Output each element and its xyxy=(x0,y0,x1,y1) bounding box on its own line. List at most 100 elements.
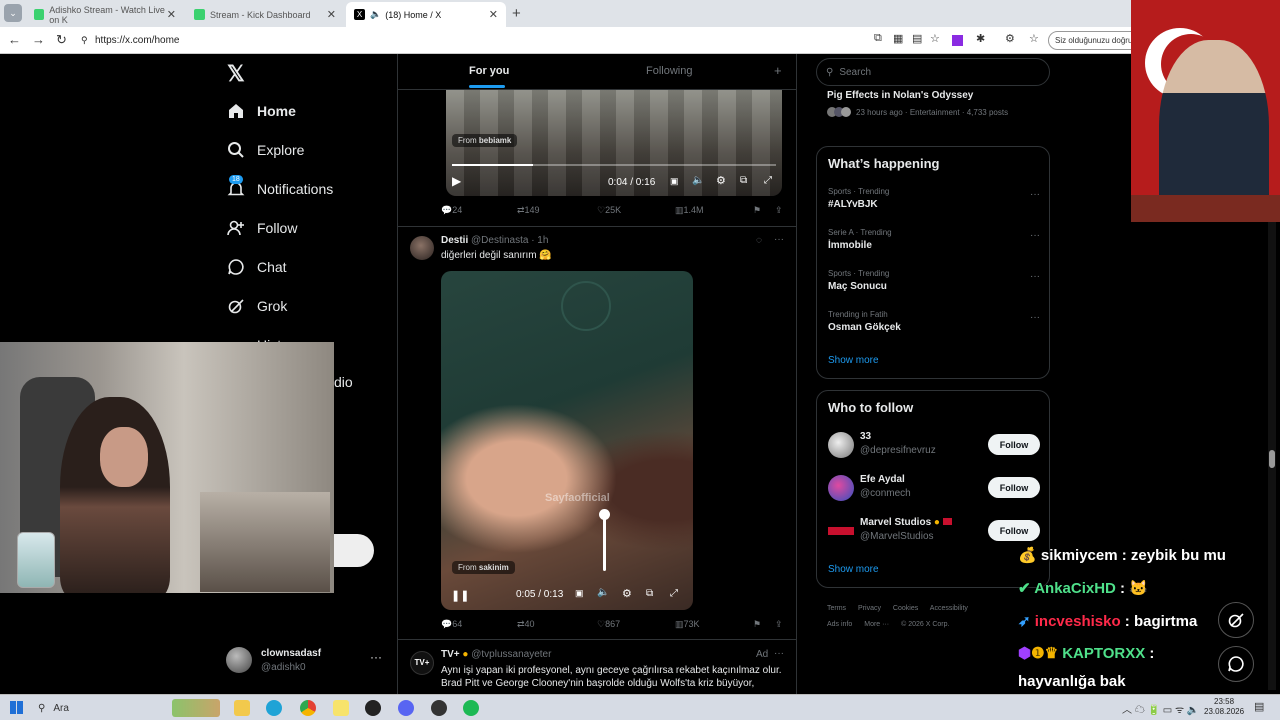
footer-link[interactable]: Terms xyxy=(827,605,846,612)
scrollbar-thumb[interactable] xyxy=(1269,450,1275,468)
trending-top-item[interactable]: Pig Effects in Nolan's Odyssey 23 hours … xyxy=(827,90,1047,117)
captions-icon[interactable]: ▣ xyxy=(670,176,679,187)
trend-item[interactable]: Sports · Trending Maç Sonucu ··· xyxy=(828,269,1040,292)
sidebar-item-chat[interactable]: Chat xyxy=(226,257,287,277)
more-icon[interactable]: ··· xyxy=(1030,312,1040,323)
post-author[interactable]: TV+ ● @tvplussanayeter xyxy=(441,649,551,660)
search-input[interactable]: ⚲ Search xyxy=(816,58,1050,86)
sidebar-item-follow[interactable]: Follow xyxy=(226,218,297,238)
new-tab-button[interactable]: + xyxy=(512,5,521,22)
more-icon[interactable]: ··· xyxy=(1030,230,1040,241)
settings-icon[interactable]: ⚙ xyxy=(1005,32,1015,45)
file-explorer-icon[interactable] xyxy=(234,700,250,716)
notification-center-icon[interactable]: ▤ xyxy=(1254,700,1264,713)
video-player-2[interactable]: Sayfaofficial From sakinim ❚❚ 0:05 / 0:1… xyxy=(441,271,693,610)
apps-icon[interactable]: ▦ xyxy=(893,32,903,45)
spotify-icon[interactable] xyxy=(463,700,479,716)
reader-icon[interactable]: ▤ xyxy=(912,32,922,45)
site-info-icon[interactable]: ⚲ xyxy=(81,35,88,46)
x-logo-icon[interactable]: 𝕏 xyxy=(227,61,245,87)
more-icon[interactable]: ··· xyxy=(1030,189,1040,200)
tray-icons[interactable]: ︿ ☁ 🔋 ▭ ᯤ 🔈 xyxy=(1122,701,1199,716)
footer-link[interactable]: Accessibility xyxy=(930,605,968,612)
settings-icon[interactable]: ⚙ xyxy=(622,587,632,600)
popout-icon[interactable]: ⧉ xyxy=(740,175,747,186)
trend-item[interactable]: Sports · Trending #ALYvBJK ··· xyxy=(828,187,1040,210)
tab-following[interactable]: Following xyxy=(646,65,692,77)
close-icon[interactable]: ✕ xyxy=(489,8,498,21)
captions-icon[interactable]: ▣ xyxy=(575,588,584,599)
footer-link[interactable]: More ··· xyxy=(864,621,889,628)
bookmark-icon[interactable]: ⚑ xyxy=(753,205,761,216)
volume-icon[interactable]: 🔈 xyxy=(692,175,704,186)
reply-button[interactable]: 💬 64 xyxy=(441,619,462,630)
start-button[interactable] xyxy=(10,701,23,714)
follow-button[interactable]: Follow xyxy=(988,520,1040,541)
url-input[interactable]: ⚲ https://x.com/home xyxy=(77,30,857,51)
obs-icon[interactable] xyxy=(365,700,381,716)
discord-icon[interactable] xyxy=(398,700,414,716)
follow-button[interactable]: Follow xyxy=(988,434,1040,455)
grok-icon[interactable]: ◌ xyxy=(756,235,762,246)
follow-suggestion[interactable]: Marvel Studios ● @MarvelStudios Follow xyxy=(828,515,1040,549)
chrome-icon[interactable] xyxy=(300,700,316,716)
close-icon[interactable]: ✕ xyxy=(167,8,176,21)
sidebar-item-grok[interactable]: Grok xyxy=(226,296,287,316)
progress-bar[interactable] xyxy=(452,164,776,166)
show-more-link[interactable]: Show more xyxy=(828,355,879,366)
follow-suggestion[interactable]: Efe Aydal @conmech Follow xyxy=(828,472,1040,506)
like-button[interactable]: ♡ 867 xyxy=(597,619,620,630)
translate-icon[interactable]: ⧉ xyxy=(874,32,882,45)
extension-icon[interactable] xyxy=(952,35,963,46)
tab-x-home[interactable]: X 🔈 (18) Home / X ✕ xyxy=(346,2,506,27)
sidebar-item-notifications[interactable]: 18 Notifications xyxy=(226,175,333,199)
tab-kick-dashboard[interactable]: Stream - Kick Dashboard ✕ xyxy=(186,2,344,27)
notes-icon[interactable] xyxy=(333,700,349,716)
follow-suggestion[interactable]: 33 @depresifnevruz Follow xyxy=(828,429,1040,463)
more-icon[interactable]: ··· xyxy=(774,648,784,659)
close-icon[interactable]: ✕ xyxy=(327,8,336,21)
trend-item[interactable]: Trending in Fatih Osman Gökçek ··· xyxy=(828,310,1040,333)
fullscreen-icon[interactable]: ⤢ xyxy=(764,175,772,186)
messages-float-button[interactable] xyxy=(1218,646,1254,682)
footer-link[interactable]: Privacy xyxy=(858,605,881,612)
grok-float-button[interactable] xyxy=(1218,602,1254,638)
edge-icon[interactable] xyxy=(266,700,282,716)
more-icon[interactable]: ··· xyxy=(774,234,784,245)
puzzle-icon[interactable]: ✱ xyxy=(976,32,985,45)
repost-button[interactable]: ⇄ 40 xyxy=(517,619,535,630)
post[interactable]: TV+ TV+ ● @tvplussanayeter Ad ··· Aynı i… xyxy=(398,639,796,694)
more-icon[interactable]: ··· xyxy=(1030,271,1040,282)
play-icon[interactable]: ▶ xyxy=(452,174,461,188)
back-icon[interactable]: ← xyxy=(8,32,21,47)
fullscreen-icon[interactable]: ⤢ xyxy=(670,588,678,599)
avatar[interactable]: TV+ xyxy=(410,651,434,675)
share-icon[interactable]: ⇪ xyxy=(775,619,783,630)
taskbar-search[interactable]: ⚲ Ara xyxy=(32,698,220,718)
video-player-1[interactable]: From bebiamk ▶ 0:04 / 0:16 ▣ 🔈 ⚙ ⧉ ⤢ xyxy=(446,90,782,196)
trend-item[interactable]: Serie A · Trending İmmobile ··· xyxy=(828,228,1040,251)
settings-icon[interactable]: ⚙ xyxy=(716,174,726,187)
volume-slider[interactable] xyxy=(599,509,610,571)
account-switcher[interactable]: clownsadasf @adishk0 ··· xyxy=(226,646,386,676)
bookmark-icon[interactable]: ⚑ xyxy=(753,619,761,630)
popout-icon[interactable]: ⧉ xyxy=(646,588,653,599)
tab-menu-button[interactable]: ⌄ xyxy=(4,4,22,22)
views-button[interactable]: ▥ 73K xyxy=(675,619,700,630)
show-more-link[interactable]: Show more xyxy=(828,564,879,575)
sidebar-item-explore[interactable]: Explore xyxy=(226,140,304,160)
tab-kick-stream[interactable]: Adishko Stream - Watch Live on K ✕ xyxy=(26,2,184,27)
sidebar-item-partial[interactable]: dio xyxy=(334,374,353,390)
share-icon[interactable]: ⇪ xyxy=(775,205,783,216)
post-author[interactable]: Destii @Destinasta · 1h xyxy=(441,235,548,246)
volume-icon[interactable]: 🔈 xyxy=(597,587,609,598)
sidebar-item-home[interactable]: Home xyxy=(226,101,296,121)
more-icon[interactable]: ··· xyxy=(370,650,382,664)
follow-button[interactable]: Follow xyxy=(988,477,1040,498)
like-button[interactable]: ♡ 25K xyxy=(597,205,621,216)
tab-for-you[interactable]: For you xyxy=(469,65,509,88)
favorites-bar-icon[interactable]: ☆ xyxy=(1029,32,1039,45)
add-tab-icon[interactable]: + xyxy=(774,63,782,78)
app-icon[interactable] xyxy=(431,700,447,716)
volume-slider-handle[interactable] xyxy=(599,509,610,520)
